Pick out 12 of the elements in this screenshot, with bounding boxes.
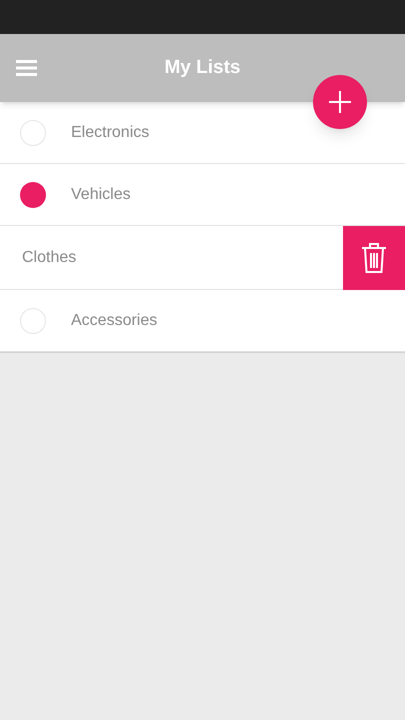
trash-icon — [361, 242, 387, 274]
list-row[interactable]: Clothes — [0, 226, 405, 290]
radio-button[interactable] — [20, 120, 46, 146]
plus-icon — [329, 91, 351, 113]
list-label: Vehicles — [71, 184, 131, 204]
list-label: Electronics — [71, 122, 150, 142]
radio-button[interactable] — [20, 182, 46, 208]
radio-button[interactable] — [20, 308, 46, 334]
list-label: Clothes — [22, 248, 78, 268]
list-label: Accessories — [71, 310, 158, 330]
delete-button[interactable] — [343, 226, 405, 290]
app-title: My Lists — [163, 56, 242, 80]
